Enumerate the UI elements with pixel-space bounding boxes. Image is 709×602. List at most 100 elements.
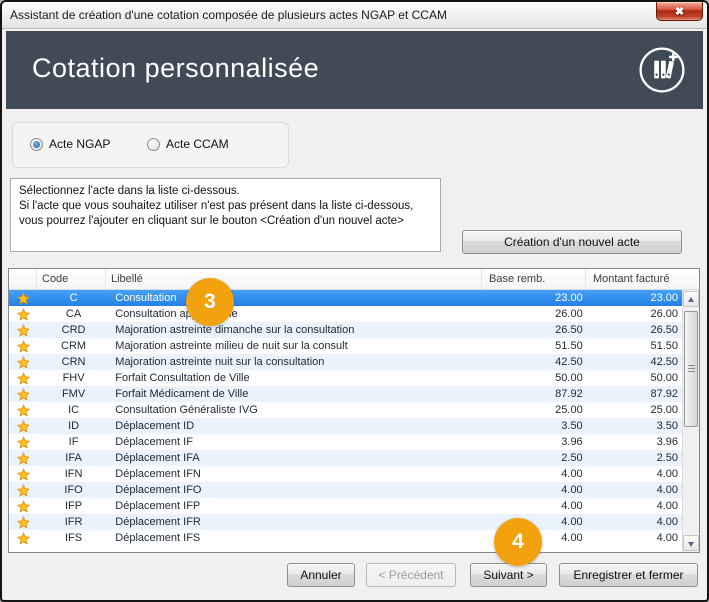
table-row[interactable]: ICConsultation Généraliste IVG25.0025.00 <box>9 402 682 418</box>
scroll-thumb[interactable] <box>684 311 698 427</box>
scroll-down-icon[interactable] <box>683 535 699 551</box>
favorite-star-icon[interactable] <box>9 354 37 370</box>
radio-unselected-icon <box>147 138 160 151</box>
titlebar: Assistant de création d'une cotation com… <box>2 2 707 29</box>
cell-montant-facture: 4.00 <box>587 530 682 546</box>
table-row[interactable]: IFNDéplacement IFN4.004.00 <box>9 466 682 482</box>
column-header-libelle[interactable]: Libellé <box>106 269 482 289</box>
cell-base-remb: 2.50 <box>483 450 586 466</box>
favorite-star-icon[interactable] <box>9 514 37 530</box>
cell-code: IFP <box>37 498 110 514</box>
cell-montant-facture: 4.00 <box>587 514 682 530</box>
cell-montant-facture: 4.00 <box>587 466 682 482</box>
cell-base-remb: 26.00 <box>483 306 586 322</box>
close-icon: ✖ <box>675 6 684 18</box>
cell-code: FMV <box>37 386 110 402</box>
instructions-box: Sélectionnez l'acte dans la liste ci-des… <box>10 178 441 252</box>
cell-base-remb: 3.50 <box>483 418 586 434</box>
cell-libelle: Déplacement IFA <box>110 450 483 466</box>
column-header-code[interactable]: Code <box>37 269 106 289</box>
favorite-star-icon[interactable] <box>9 306 37 322</box>
favorite-star-icon[interactable] <box>9 530 37 546</box>
favorite-star-icon[interactable] <box>9 482 37 498</box>
favorite-star-icon[interactable] <box>9 386 37 402</box>
favorite-star-icon[interactable] <box>9 322 37 338</box>
cell-base-remb: 50.00 <box>483 370 586 386</box>
cell-libelle: Déplacement IFR <box>110 514 483 530</box>
table-row[interactable]: IFDéplacement IF3.963.96 <box>9 434 682 450</box>
table-row[interactable]: FMVForfait Médicament de Ville87.9287.92 <box>9 386 682 402</box>
cell-libelle: Forfait Consultation de Ville <box>110 370 483 386</box>
save-close-button[interactable]: Enregistrer et fermer <box>559 563 698 587</box>
cell-code: IC <box>37 402 110 418</box>
cell-base-remb: 25.00 <box>483 402 586 418</box>
favorite-star-icon[interactable] <box>9 450 37 466</box>
table-scrollbar[interactable] <box>682 290 699 552</box>
table-row[interactable]: CConsultation23.0023.00 <box>9 290 682 306</box>
next-button[interactable]: Suivant > <box>470 563 547 587</box>
cell-base-remb: 4.00 <box>483 482 586 498</box>
cell-montant-facture: 42.50 <box>587 354 682 370</box>
cell-code: CRN <box>37 354 110 370</box>
cell-libelle: Déplacement ID <box>110 418 483 434</box>
table-row[interactable]: IFPDéplacement IFP4.004.00 <box>9 498 682 514</box>
table-row[interactable]: CRNMajoration astreinte nuit sur la cons… <box>9 354 682 370</box>
cell-base-remb: 87.92 <box>483 386 586 402</box>
table-row[interactable]: CAConsultation approfondie26.0026.00 <box>9 306 682 322</box>
favorite-star-icon[interactable] <box>9 338 37 354</box>
close-button[interactable]: ✖ <box>656 2 703 21</box>
favorite-star-icon[interactable] <box>9 370 37 386</box>
cell-montant-facture: 23.00 <box>587 290 682 306</box>
favorite-star-icon[interactable] <box>9 498 37 514</box>
column-header-favorite[interactable] <box>9 269 37 289</box>
cell-base-remb: 23.00 <box>483 290 586 306</box>
table-row[interactable]: IFSDéplacement IFS4.004.00 <box>9 530 682 546</box>
cell-code: IFN <box>37 466 110 482</box>
instructions-line: Sélectionnez l'acte dans la liste ci-des… <box>19 184 432 199</box>
table-body: CConsultation23.0023.00CAConsultation ap… <box>9 290 682 546</box>
cell-code: IF <box>37 434 110 450</box>
window-title: Assistant de création d'une cotation com… <box>10 8 447 22</box>
cell-code: CA <box>37 306 110 322</box>
cell-libelle: Consultation Généraliste IVG <box>110 402 483 418</box>
cell-montant-facture: 25.00 <box>587 402 682 418</box>
table-header: Code Libellé Base remb. Montant facturé <box>9 269 699 290</box>
cell-base-remb: 26.50 <box>483 322 586 338</box>
cell-libelle: Majoration astreinte nuit sur la consult… <box>110 354 483 370</box>
column-header-montant-facture[interactable]: Montant facturé <box>586 269 682 289</box>
favorite-star-icon[interactable] <box>9 402 37 418</box>
cell-montant-facture: 2.50 <box>587 450 682 466</box>
table-row[interactable]: CRMMajoration astreinte milieu de nuit s… <box>9 338 682 354</box>
favorite-star-icon[interactable] <box>9 290 37 306</box>
radio-label: Acte NGAP <box>49 137 110 151</box>
cell-code: IFR <box>37 514 110 530</box>
favorite-star-icon[interactable] <box>9 466 37 482</box>
cell-base-remb: 3.96 <box>483 434 586 450</box>
cell-base-remb: 4.00 <box>483 498 586 514</box>
annotation-badge-3: 3 <box>186 278 234 326</box>
cell-montant-facture: 4.00 <box>587 482 682 498</box>
table-row[interactable]: FHVForfait Consultation de Ville50.0050.… <box>9 370 682 386</box>
table-row[interactable]: IFODéplacement IFO4.004.00 <box>9 482 682 498</box>
table-row[interactable]: IDDéplacement ID3.503.50 <box>9 418 682 434</box>
radio-acte-ngap[interactable]: Acte NGAP <box>30 137 110 151</box>
table-row[interactable]: IFRDéplacement IFR4.004.00 <box>9 514 682 530</box>
favorite-star-icon[interactable] <box>9 418 37 434</box>
acte-type-group: Acte NGAP Acte CCAM <box>12 122 289 168</box>
cell-base-remb: 4.00 <box>483 466 586 482</box>
radio-acte-ccam[interactable]: Acte CCAM <box>147 137 229 151</box>
previous-button[interactable]: < Précédent <box>366 563 456 587</box>
column-header-base-remb[interactable]: Base remb. <box>482 269 586 289</box>
favorite-star-icon[interactable] <box>9 434 37 450</box>
cell-code: ID <box>37 418 110 434</box>
cell-code: CRM <box>37 338 110 354</box>
cancel-button[interactable]: Annuler <box>287 563 355 587</box>
cell-montant-facture: 87.92 <box>587 386 682 402</box>
cell-libelle: Déplacement IFO <box>110 482 483 498</box>
table-row[interactable]: IFADéplacement IFA2.502.50 <box>9 450 682 466</box>
radio-label: Acte CCAM <box>166 137 229 151</box>
scroll-up-icon[interactable] <box>683 291 699 307</box>
cell-code: IFA <box>37 450 110 466</box>
create-act-button[interactable]: Création d'un nouvel acte <box>462 230 682 254</box>
table-row[interactable]: CRDMajoration astreinte dimanche sur la … <box>9 322 682 338</box>
